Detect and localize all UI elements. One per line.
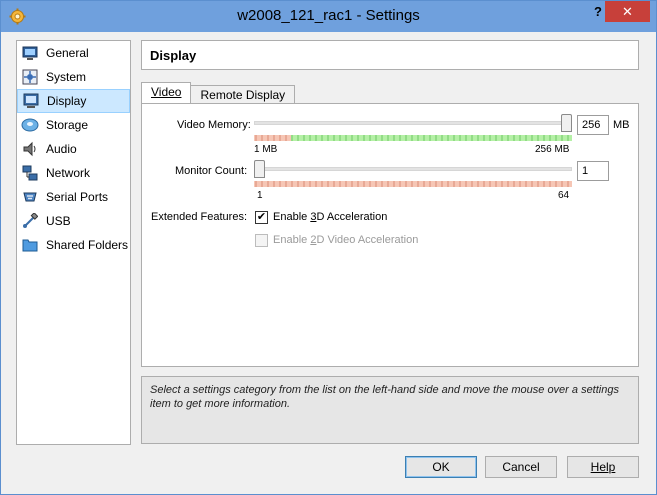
video-memory-slider[interactable] <box>254 114 572 134</box>
sidebar-item-storage[interactable]: Storage <box>17 113 130 137</box>
sidebar-item-label: General <box>46 46 89 60</box>
sidebar-item-system[interactable]: System <box>17 65 130 89</box>
extended-features-label: Extended Features: <box>151 211 248 223</box>
video-memory-max-label: 256 MB <box>535 144 570 155</box>
sidebar-item-general[interactable]: General <box>17 41 130 65</box>
settings-window: w2008_121_rac1 - Settings ? ✕ General Sy… <box>0 0 657 495</box>
tab-bar: Video Remote Display <box>141 82 296 104</box>
slider-thumb[interactable] <box>254 160 265 178</box>
sidebar-item-network[interactable]: Network <box>17 161 130 185</box>
video-memory-range-bar <box>254 135 572 141</box>
close-button[interactable]: ✕ <box>605 1 650 22</box>
shared-folders-icon <box>21 236 39 254</box>
monitor-count-input[interactable]: 1 <box>577 161 609 181</box>
monitor-count-label: Monitor Count: <box>175 165 248 177</box>
serial-ports-icon <box>21 188 39 206</box>
page-title: Display <box>141 40 639 70</box>
info-panel: Select a settings category from the list… <box>141 376 639 444</box>
tab-video[interactable]: Video <box>141 82 192 104</box>
audio-icon <box>21 140 39 158</box>
sidebar-item-label: Network <box>46 166 91 180</box>
network-icon <box>21 164 39 182</box>
video-memory-input[interactable]: 256 <box>577 115 609 135</box>
help-button[interactable]: Help <box>567 456 639 478</box>
sidebar-item-label: Display <box>47 94 87 108</box>
tab-remote-display[interactable]: Remote Display <box>190 85 296 104</box>
video-tab-panel: Video Memory: 1 MB 256 MB 256 MB Monitor… <box>141 103 639 367</box>
sidebar-item-label: Serial Ports <box>46 190 109 204</box>
tab-label: Remote Display <box>200 88 286 102</box>
enable-2d-label: Enable 2D Video Acceleration <box>273 234 419 246</box>
monitor-count-min-label: 1 <box>257 190 263 201</box>
sidebar-item-usb[interactable]: USB <box>17 209 130 233</box>
title-bar[interactable]: w2008_121_rac1 - Settings ? ✕ <box>1 1 656 32</box>
general-icon <box>21 44 39 62</box>
video-memory-unit: MB <box>613 119 630 131</box>
monitor-count-slider[interactable] <box>254 160 572 180</box>
system-icon <box>21 68 39 86</box>
cancel-button[interactable]: Cancel <box>485 456 557 478</box>
sidebar-item-serial-ports[interactable]: Serial Ports <box>17 185 130 209</box>
window-title: w2008_121_rac1 - Settings <box>237 7 420 24</box>
sidebar-item-label: Audio <box>46 142 77 156</box>
usb-icon <box>21 212 39 230</box>
sidebar-item-label: USB <box>46 214 71 228</box>
enable-2d-checkbox[interactable] <box>255 234 268 247</box>
video-memory-min-label: 1 MB <box>254 144 278 155</box>
slider-track <box>254 167 572 171</box>
sidebar-item-audio[interactable]: Audio <box>17 137 130 161</box>
checkmark-icon: ✔ <box>256 211 267 223</box>
slider-track <box>254 121 572 125</box>
sidebar-item-label: System <box>46 70 87 84</box>
video-memory-label: Video Memory: <box>177 119 251 131</box>
monitor-count-max-label: 64 <box>558 190 570 201</box>
monitor-count-range-bar <box>254 181 572 187</box>
enable-3d-checkbox[interactable]: ✔ <box>255 211 268 224</box>
dialog-body: General System Display Storage Audio Net… <box>8 32 649 487</box>
display-icon <box>22 92 40 110</box>
settings-category-list: General System Display Storage Audio Net… <box>16 40 131 445</box>
sidebar-item-label: Storage <box>46 118 89 132</box>
sidebar-item-display[interactable]: Display <box>17 89 130 113</box>
ok-button[interactable]: OK <box>405 456 477 478</box>
enable-3d-label: Enable 3D Acceleration <box>273 211 388 223</box>
sidebar-item-label: Shared Folders <box>46 238 129 252</box>
help-button-label: Help <box>590 460 616 474</box>
storage-icon <box>21 116 39 134</box>
slider-thumb[interactable] <box>561 114 572 132</box>
sidebar-item-shared-folders[interactable]: Shared Folders <box>17 233 130 257</box>
tab-label: Video <box>151 85 182 99</box>
